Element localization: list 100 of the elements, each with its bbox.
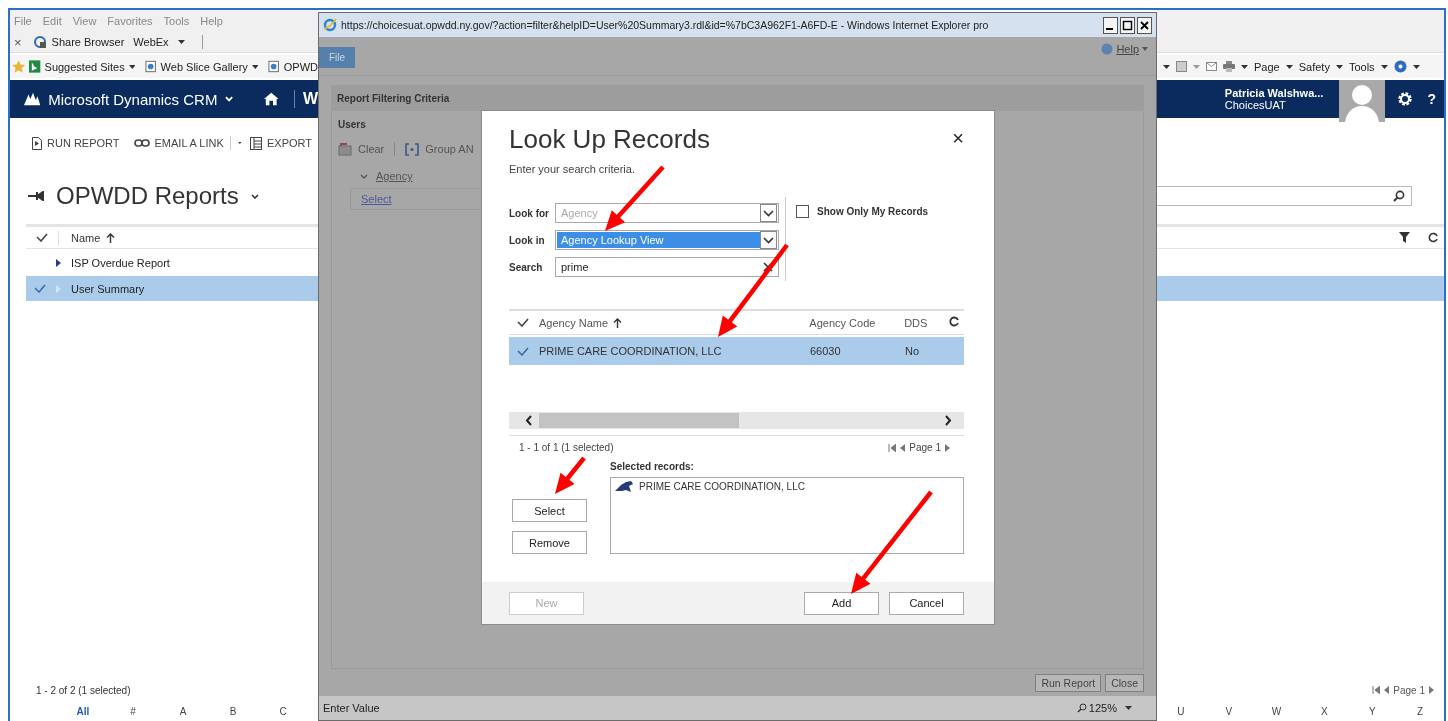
pager[interactable]: Page 1 [1157,679,1444,701]
check-icon[interactable] [36,233,48,242]
letter-filter[interactable]: U [1157,705,1205,717]
close-icon[interactable] [1137,16,1152,34]
favorite-link[interactable]: OPWD [283,60,318,73]
organization-name: ChoicesUAT [1224,99,1287,111]
caret-icon[interactable] [1412,64,1420,69]
scroll-right-icon[interactable] [944,415,952,426]
column-header[interactable]: Name [71,231,101,244]
caret-icon[interactable] [1241,64,1248,69]
letter-filter[interactable]: A [158,705,208,717]
dialog-button[interactable]: Select [512,499,587,522]
caret-icon[interactable] [1380,64,1388,69]
letter-filter[interactable]: W [1252,705,1301,717]
first-page-icon[interactable] [888,443,897,452]
caret-icon[interactable] [1163,64,1170,69]
letter-filter[interactable]: Z [1396,705,1444,717]
export-icon [249,136,262,150]
minimize-icon[interactable] [1103,16,1118,34]
refresh-icon[interactable] [949,316,960,327]
print-icon[interactable] [1223,61,1235,72]
first-page-icon[interactable] [1372,686,1381,694]
view-title[interactable]: OPWDD Reports [56,182,239,210]
site-icon [29,60,41,73]
column-header[interactable]: Agency Code [809,316,876,329]
letter-filter[interactable]: C [258,705,308,717]
scroll-left-icon[interactable] [525,415,533,426]
command-button[interactable]: EMAIL A LINK [133,137,224,149]
next-page-icon[interactable] [945,443,950,452]
toolbar-menu[interactable]: Safety [1298,60,1330,73]
field-value: Agency Lookup View [557,232,760,248]
previous-page-icon[interactable] [900,443,906,452]
dialog-button[interactable]: Cancel [889,591,964,615]
maximize-icon[interactable] [1120,16,1135,34]
previous-page-icon[interactable] [1384,686,1390,694]
record-count: 1 - 2 of 2 (1 selected) [36,684,131,696]
toolbar-menu[interactable]: Tools [1348,60,1375,73]
dropdown-icon[interactable] [760,231,777,249]
horizontal-scrollbar[interactable] [509,412,964,429]
close-tab[interactable]: × [14,34,22,50]
checkbox[interactable] [796,204,809,218]
table-row[interactable]: User Summary [26,276,318,301]
caret-icon[interactable] [128,64,136,69]
table-cell: PRIME CARE COORDINATION, LLC [539,345,722,357]
toolbar-link[interactable]: Share Browser [51,36,125,48]
user-name[interactable]: Patricia Walshwa... [1224,87,1324,99]
column-header[interactable]: Agency Name [538,316,609,329]
table-row[interactable]: PRIME CARE COORDINATION, LLC 66030 No [509,337,964,365]
caret-icon[interactable] [1125,706,1132,710]
clear-icon[interactable] [763,262,773,272]
next-page-icon[interactable] [1429,686,1434,694]
letter-filter[interactable]: V [1204,705,1253,717]
filter-icon[interactable] [1399,232,1410,243]
mail-icon[interactable] [1206,62,1217,71]
toolbar-link[interactable]: WebEx [133,36,169,48]
close-button[interactable]: × [952,127,964,150]
app-title[interactable]: Microsoft Dynamics CRM [48,90,218,108]
share-icon [32,35,47,49]
page-icon [145,60,157,73]
favorite-link[interactable]: Suggested Sites [44,60,125,73]
link-icon [133,139,150,147]
home-icon[interactable] [263,92,278,106]
letter-filter[interactable]: X [1300,705,1349,717]
refresh-icon[interactable] [1428,232,1438,243]
caret-icon[interactable] [238,141,242,145]
settings-icon[interactable] [1397,91,1414,107]
window-button[interactable]: Close [1105,674,1144,692]
dialog-button[interactable]: Remove [512,531,587,554]
window-button[interactable]: Run Report [1035,674,1102,692]
caret-icon[interactable] [1285,64,1293,69]
letter-filter[interactable]: B [208,705,258,717]
caret-icon[interactable] [177,40,185,44]
help-icon[interactable] [1393,60,1407,73]
search-field[interactable]: prime [555,257,779,277]
letter-filter[interactable]: # [108,705,158,717]
search-icon[interactable] [1393,190,1405,202]
checkbox-label[interactable]: Show Only My Records [817,205,929,217]
command-button[interactable]: RUN REPORT [32,136,120,150]
command-button[interactable]: EXPORT [249,136,312,150]
selected-record[interactable]: PRIME CARE COORDINATION, LLC [639,481,805,492]
help-button[interactable]: ? [1427,91,1436,107]
letter-filter[interactable]: All [58,705,108,717]
star-icon[interactable] [12,60,26,73]
favorite-link[interactable]: Web Slice Gallery [160,60,248,73]
chevron-down-icon[interactable] [250,193,259,199]
field-value: prime [560,260,590,275]
caret-icon[interactable] [1335,64,1343,69]
table-row[interactable]: ISP Overdue Report [26,250,318,275]
letter-filter[interactable]: Y [1348,705,1397,717]
dialog-button[interactable]: Add [804,591,879,615]
toolbar-menu[interactable]: Page [1254,60,1280,73]
zoom-control[interactable]: 125% [1076,702,1117,714]
help-menu[interactable]: Help [1116,43,1139,55]
check-icon[interactable] [516,318,529,327]
expand-icon[interactable] [56,258,61,267]
column-header[interactable]: DDS [904,316,928,329]
caret-icon[interactable] [251,64,259,69]
nav-item[interactable]: W [302,90,318,108]
search-field[interactable] [1157,186,1412,206]
pin-icon[interactable] [28,191,44,201]
